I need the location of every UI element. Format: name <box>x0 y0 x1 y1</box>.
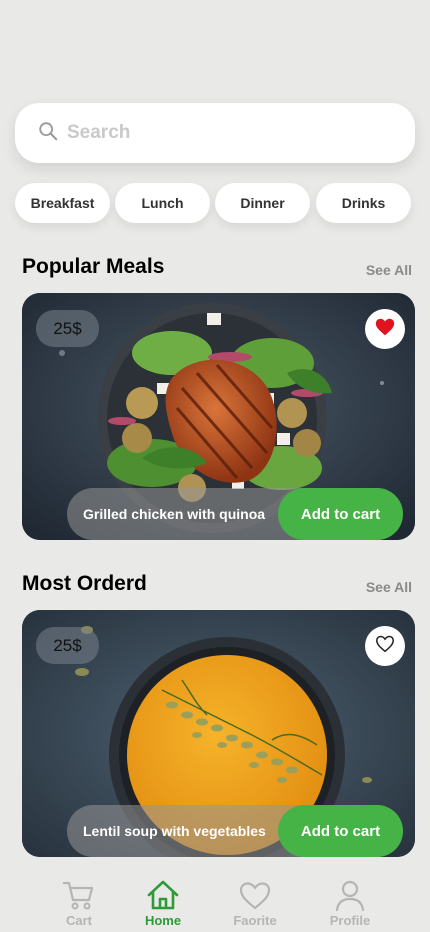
search-icon <box>37 120 59 147</box>
user-icon <box>305 878 395 912</box>
heart-icon <box>210 878 300 912</box>
see-all-popular[interactable]: See All <box>366 262 412 278</box>
nav-home-label: Home <box>144 913 182 928</box>
meal-card-popular[interactable]: 25$ Grilled chicken with quinoa Add to c… <box>22 293 415 540</box>
chip-dinner[interactable]: Dinner <box>215 183 310 223</box>
price-badge: 25$ <box>36 627 99 664</box>
favorite-button[interactable] <box>365 626 405 666</box>
home-icon <box>118 878 208 912</box>
price-badge: 25$ <box>36 310 99 347</box>
meal-name: Grilled chicken with quinoa <box>83 506 266 522</box>
meal-card-most-ordered[interactable]: 25$ Lentil soup with vegetables Add to c… <box>22 610 415 857</box>
section-title-most-ordered: Most Orderd <box>22 572 147 595</box>
nav-cart[interactable]: Cart <box>34 878 124 928</box>
nav-profile-label: Profile <box>329 913 371 928</box>
bottom-nav: Cart Home Faorite Profile <box>0 872 430 932</box>
chip-lunch[interactable]: Lunch <box>115 183 210 223</box>
meal-name: Lentil soup with vegetables <box>83 823 266 839</box>
add-to-cart-button[interactable]: Add to cart <box>278 488 403 540</box>
nav-cart-label: Cart <box>65 913 92 928</box>
search-bar[interactable] <box>15 103 415 163</box>
heart-outline-icon <box>374 633 396 660</box>
section-title-popular: Popular Meals <box>22 255 165 278</box>
search-input[interactable] <box>67 122 387 144</box>
meal-action-bar: Lentil soup with vegetables Add to cart <box>67 805 403 857</box>
meal-action-bar: Grilled chicken with quinoa Add to cart <box>67 488 403 540</box>
favorite-button[interactable] <box>365 309 405 349</box>
category-chips: Breakfast Lunch Dinner Drinks <box>15 183 415 223</box>
chip-breakfast[interactable]: Breakfast <box>15 183 110 223</box>
nav-favorite[interactable]: Faorite <box>210 878 300 928</box>
nav-favorite-label: Faorite <box>233 913 277 928</box>
see-all-most-ordered[interactable]: See All <box>366 579 412 595</box>
heart-filled-icon <box>374 316 396 343</box>
nav-profile[interactable]: Profile <box>305 878 395 928</box>
cart-icon <box>34 878 124 912</box>
chip-drinks[interactable]: Drinks <box>316 183 411 223</box>
add-to-cart-button[interactable]: Add to cart <box>278 805 403 857</box>
nav-home[interactable]: Home <box>118 878 208 928</box>
